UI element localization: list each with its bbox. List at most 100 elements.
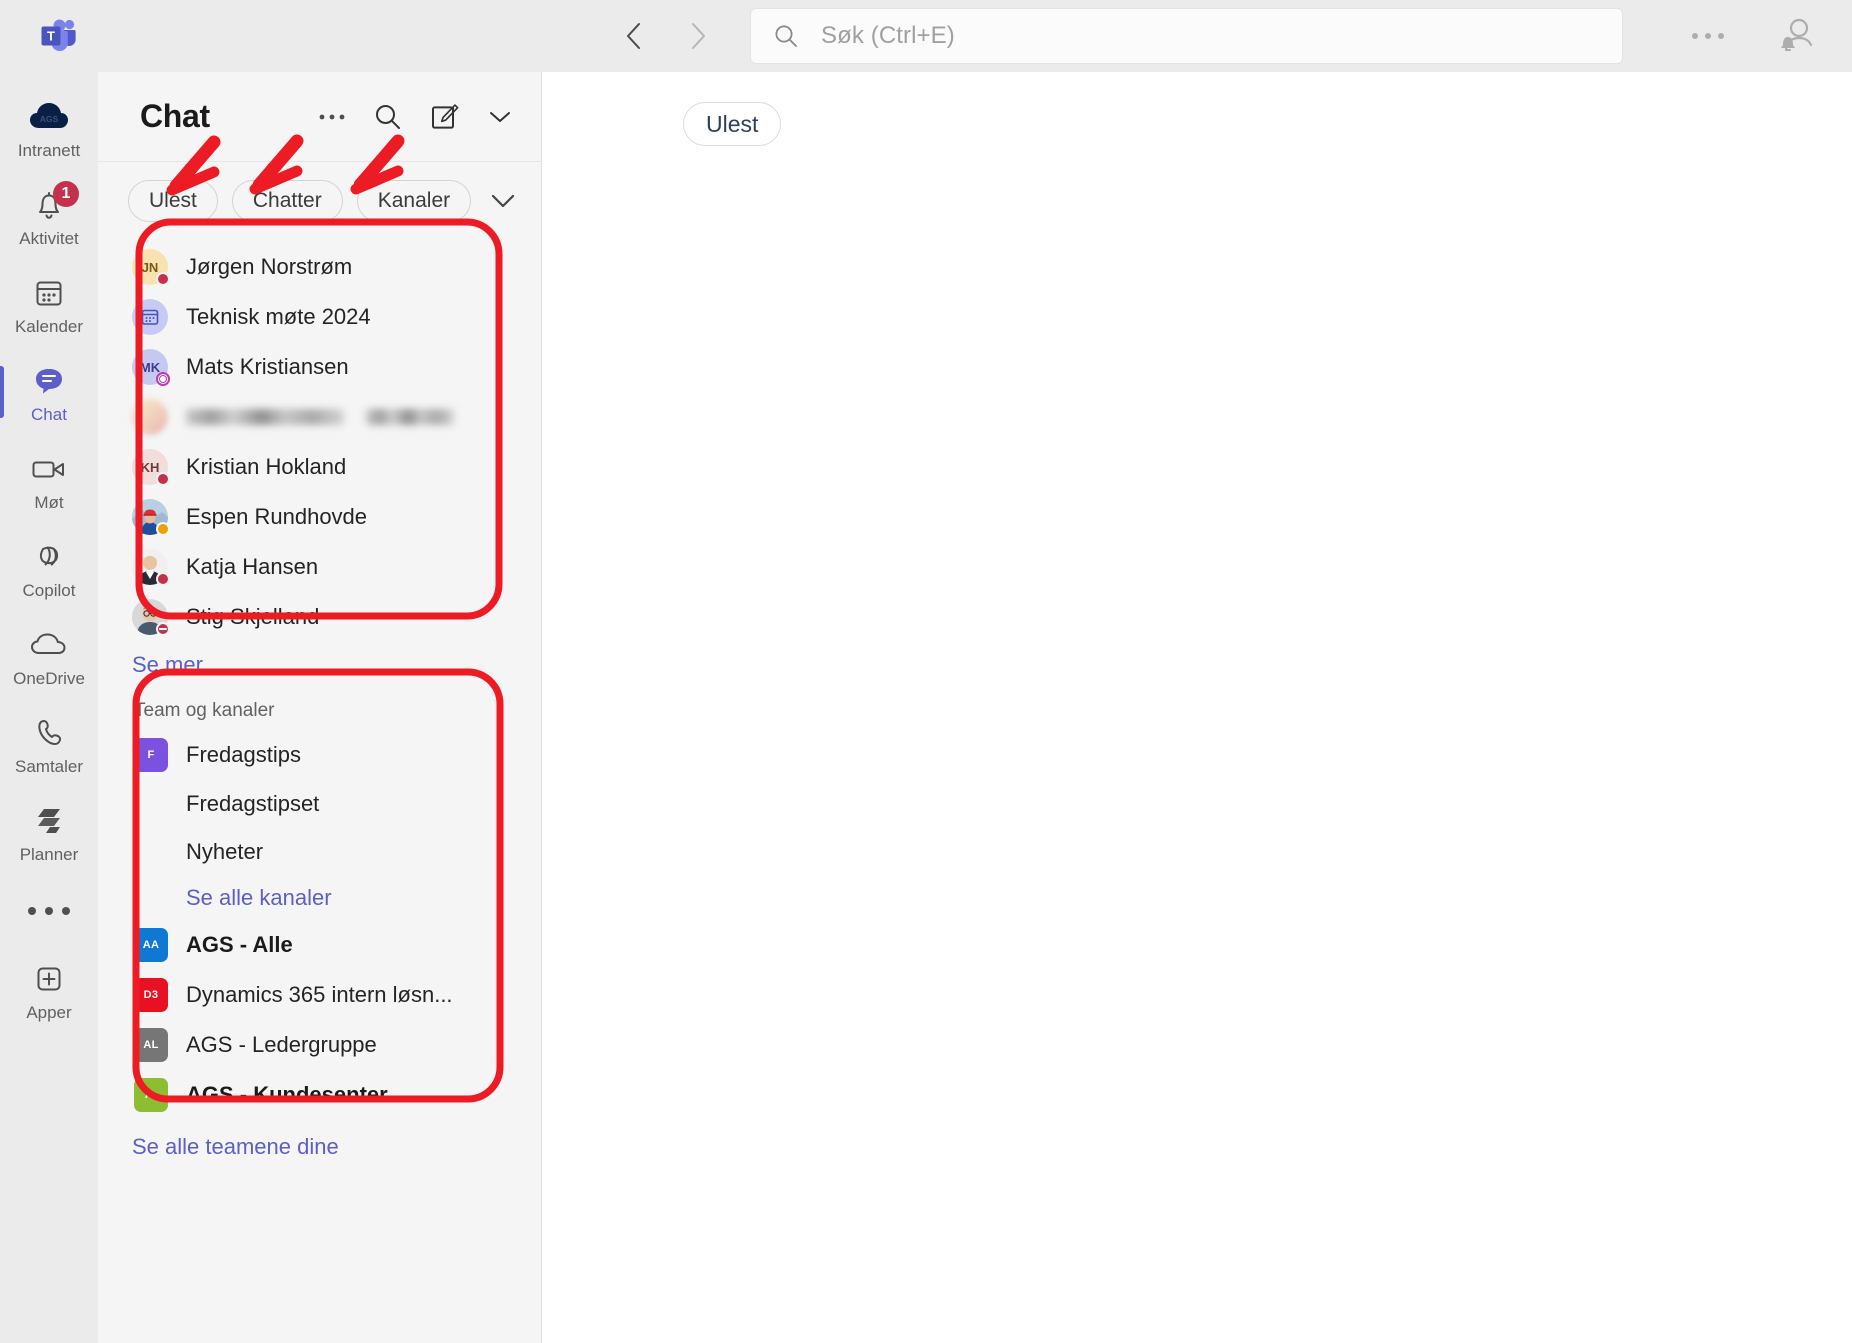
settings-and-more-button[interactable] — [1684, 25, 1732, 47]
team-item-fredagstips[interactable]: F Fredagstips — [98, 730, 541, 780]
copilot-icon — [31, 537, 67, 577]
ellipsis-icon — [1718, 33, 1724, 39]
back-button[interactable] — [618, 19, 652, 53]
sidebar-item-label: Aktivitet — [19, 229, 79, 248]
avatar — [132, 499, 170, 536]
status-badge — [156, 372, 170, 386]
chevron-right-icon — [692, 23, 705, 49]
team-item-dynamics-365[interactable]: D3 Dynamics 365 intern løsn... — [98, 970, 541, 1020]
channel-item-fredagstipset[interactable]: Fredagstipset — [98, 780, 541, 828]
app-logo-container: T — [0, 16, 118, 56]
filter-pill-ulest[interactable]: Ulest — [128, 180, 218, 222]
chat-item-name: Mats Kristiansen — [186, 354, 349, 379]
see-more-link[interactable]: Se mer — [132, 652, 203, 677]
sidebar-item-chat[interactable]: Chat — [0, 348, 98, 436]
filter-expand-button[interactable] — [485, 181, 521, 221]
search-icon — [775, 25, 797, 47]
chat-list-item[interactable]: Stig Skjelland — [98, 592, 541, 642]
sidebar-item-label: Apper — [26, 1003, 72, 1022]
filter-pill-kanaler[interactable]: Kanaler — [356, 180, 472, 222]
status-badge — [156, 522, 170, 536]
team-item-name: AGS - Kundesenter — [186, 1082, 388, 1107]
chat-bubble-icon — [30, 361, 68, 401]
team-item-ags-ledergruppe[interactable]: AL AGS - Ledergruppe — [98, 1020, 541, 1070]
sidebar-item-label: Samtaler — [14, 757, 84, 776]
see-all-channels-link[interactable]: Se alle kanaler — [186, 885, 332, 911]
topbar-actions — [1684, 13, 1852, 59]
left-navigation-rail: AGS Intranett 1 Aktivitet Kalender Chat … — [0, 72, 98, 1343]
new-chat-dropdown-button[interactable] — [483, 100, 517, 134]
chat-item-name: Teknisk møte 2024 — [186, 304, 371, 329]
avatar — [132, 299, 168, 335]
navigation-arrows — [618, 19, 714, 53]
ellipsis-icon — [62, 907, 70, 915]
ellipsis-icon — [319, 114, 345, 119]
search-icon — [376, 104, 400, 129]
chevron-down-icon — [491, 194, 515, 208]
activity-badge-count: 1 — [53, 181, 79, 207]
see-more-row: Se mer — [98, 642, 541, 684]
sidebar-item-apper[interactable]: Apper — [0, 946, 98, 1034]
account-bell-icon — [1781, 18, 1813, 51]
team-item-ags-alle[interactable]: AA AGS - Alle — [98, 920, 541, 970]
app-body: AGS Intranett 1 Aktivitet Kalender Chat … — [0, 72, 1852, 1343]
team-avatar: D3 — [134, 978, 168, 1012]
team-item-ags-kundesenter[interactable]: A- AGS - Kundesenter — [98, 1070, 541, 1120]
status-badge — [156, 622, 170, 636]
main-content-area: Ulest — [542, 72, 1852, 1343]
sidebar-item-planner[interactable]: Planner — [0, 788, 98, 876]
chat-list-scroll[interactable]: JN Jørgen Norstrøm Teknisk møte 2024 MK … — [98, 240, 541, 1343]
sidebar-item-samtaler[interactable]: Samtaler — [0, 700, 98, 788]
see-all-channels-row: Se alle kanaler — [98, 876, 541, 920]
team-item-name: Fredagstips — [186, 742, 301, 767]
chat-search-button[interactable] — [371, 100, 405, 134]
channel-item-nyheter[interactable]: Nyheter — [98, 828, 541, 876]
chat-more-options-button[interactable] — [315, 100, 349, 134]
sidebar-item-onedrive[interactable]: OneDrive — [0, 612, 98, 700]
sidebar-item-label: Møt — [34, 493, 64, 512]
sidebar-item-aktivitet[interactable]: 1 Aktivitet — [0, 172, 98, 260]
see-all-teams-row: Se alle teamene dine — [98, 1120, 541, 1166]
chat-item-name: Stig Skjelland — [186, 604, 320, 629]
chat-list-item[interactable]: JN Jørgen Norstrøm — [98, 242, 541, 292]
channel-item-name: Nyheter — [186, 839, 264, 864]
chat-list-item[interactable]: Espen Rundhovde — [98, 492, 541, 542]
chat-list-item[interactable]: Katja Hansen — [98, 542, 541, 592]
sidebar-item-kalender[interactable]: Kalender — [0, 260, 98, 348]
teams-app-window: T Søk (Ctrl+E) AGS Intranett 1 Aktivitet… — [0, 0, 1852, 1343]
see-all-teams-link[interactable]: Se alle teamene dine — [132, 1134, 339, 1159]
team-avatar: AA — [134, 928, 168, 962]
filter-pill-chatter[interactable]: Chatter — [231, 180, 343, 222]
sidebar-item-label: Copilot — [22, 581, 76, 600]
planner-icon — [30, 801, 68, 841]
search-bar[interactable]: Søk (Ctrl+E) — [750, 8, 1623, 64]
ellipsis-icon — [45, 907, 53, 915]
sidebar-item-label: Planner — [19, 845, 79, 864]
compose-icon — [432, 103, 459, 129]
teams-section-label: Team og kanaler — [134, 700, 275, 721]
chat-pane-tools — [315, 100, 517, 134]
chevron-down-icon — [490, 111, 510, 122]
main-unread-pill[interactable]: Ulest — [683, 102, 782, 146]
avatar — [132, 599, 170, 636]
avatar-redacted — [132, 399, 168, 435]
status-badge — [156, 272, 170, 286]
calendar-icon — [31, 273, 67, 313]
chat-list-item[interactable]: KH Kristian Hokland — [98, 442, 541, 492]
team-avatar: AL — [134, 1028, 168, 1062]
account-manager-button[interactable] — [1772, 13, 1818, 59]
chat-list-item[interactable]: Teknisk møte 2024 — [98, 292, 541, 342]
chat-list-item[interactable]: MK Mats Kristiansen — [98, 342, 541, 392]
bell-icon: 1 — [31, 181, 79, 225]
chat-list-item-redacted[interactable] — [98, 392, 541, 442]
sidebar-more-apps-button[interactable] — [0, 876, 98, 946]
sidebar-item-mot[interactable]: Møt — [0, 436, 98, 524]
avatar: KH — [132, 449, 170, 486]
redacted-text — [186, 409, 344, 425]
page-title: Chat — [140, 98, 210, 134]
sidebar-item-copilot[interactable]: Copilot — [0, 524, 98, 612]
new-chat-button[interactable] — [427, 100, 461, 134]
sidebar-item-intranett[interactable]: AGS Intranett — [0, 84, 98, 172]
forward-button[interactable] — [680, 19, 714, 53]
chat-item-name: Jørgen Norstrøm — [186, 254, 353, 279]
